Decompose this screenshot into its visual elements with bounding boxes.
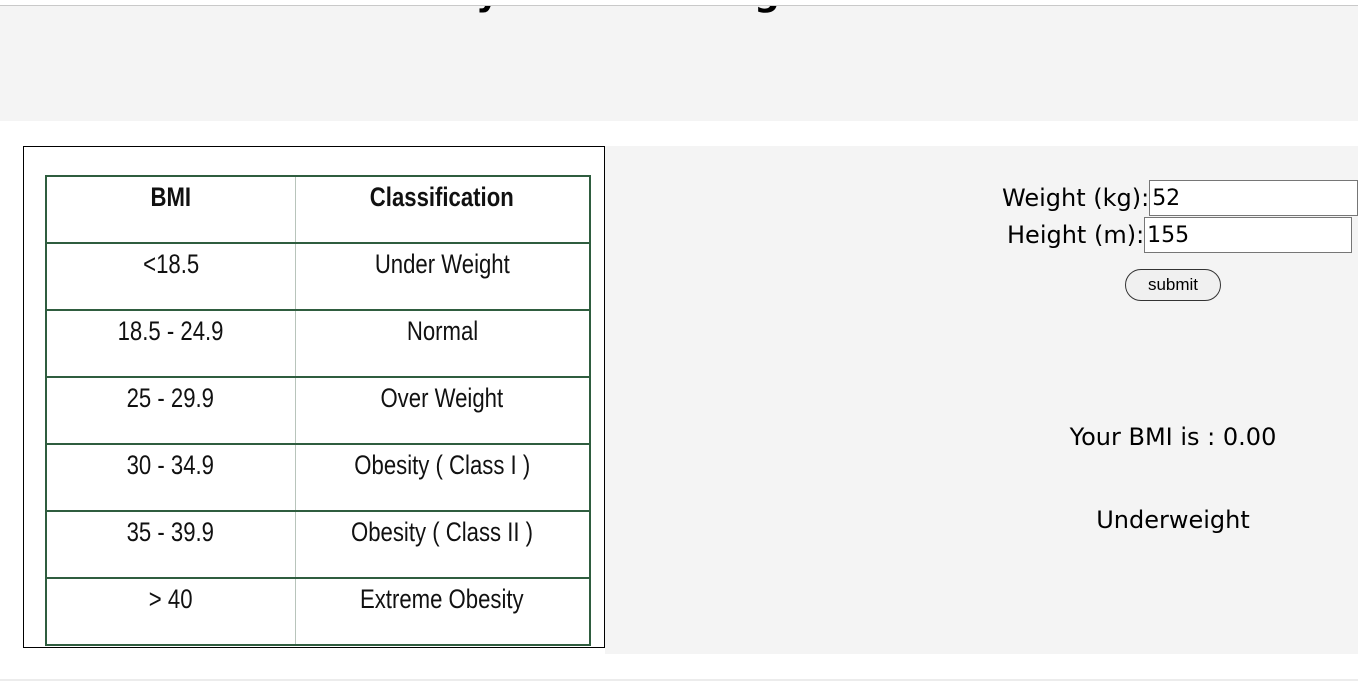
table-header-bmi: BMI [45, 175, 296, 244]
table-row: > 40 Extreme Obesity [45, 577, 591, 646]
table-header-classification: Classification [294, 175, 591, 244]
bmi-range-cell: 35 - 39.9 [45, 510, 296, 579]
table-row: 25 - 29.9 Over Weight [45, 376, 591, 445]
bmi-chart-image: BMI Classification <18.5 Under Weight 18… [23, 146, 605, 648]
bmi-range-cell: 30 - 34.9 [45, 443, 296, 512]
bmi-range-cell: 25 - 29.9 [45, 376, 296, 445]
bmi-classification-table: BMI Classification <18.5 Under Weight 18… [45, 175, 591, 646]
weight-label: Weight (kg): [1002, 184, 1150, 212]
bmi-range-cell: 18.5 - 24.9 [45, 309, 296, 378]
page: Calculate your BMI using BMI calculator … [0, 0, 1358, 681]
table-row: 18.5 - 24.9 Normal [45, 309, 591, 378]
table-header-row: BMI Classification [45, 175, 591, 244]
weight-input[interactable] [1149, 180, 1358, 216]
bmi-range-cell: > 40 [45, 577, 296, 646]
classification-cell: Extreme Obesity [294, 577, 591, 646]
classification-cell: Obesity ( Class II ) [294, 510, 591, 579]
submit-button[interactable]: submit [1125, 269, 1221, 301]
height-row: Height (m): [1007, 217, 1353, 253]
height-input[interactable] [1144, 217, 1353, 253]
table-row: <18.5 Under Weight [45, 242, 591, 311]
bmi-range-cell: <18.5 [45, 242, 296, 311]
table-row: 30 - 34.9 Obesity ( Class I ) [45, 443, 591, 512]
bmi-classification-result: Underweight [1096, 506, 1250, 534]
page-title: Calculate your BMI using BMI calculator [0, 6, 1358, 16]
bmi-result-text: Your BMI is : 0.00 [1069, 423, 1277, 451]
bmi-calculator-panel: Weight (kg): Height (m): submit Your BMI… [605, 146, 1358, 654]
height-label: Height (m): [1007, 221, 1145, 249]
page-header: Calculate your BMI using BMI calculator [0, 6, 1358, 121]
weight-row: Weight (kg): [1002, 180, 1358, 216]
table-row: 35 - 39.9 Obesity ( Class II ) [45, 510, 591, 579]
classification-cell: Under Weight [294, 242, 591, 311]
classification-cell: Obesity ( Class I ) [294, 443, 591, 512]
classification-cell: Normal [294, 309, 591, 378]
classification-cell: Over Weight [294, 376, 591, 445]
